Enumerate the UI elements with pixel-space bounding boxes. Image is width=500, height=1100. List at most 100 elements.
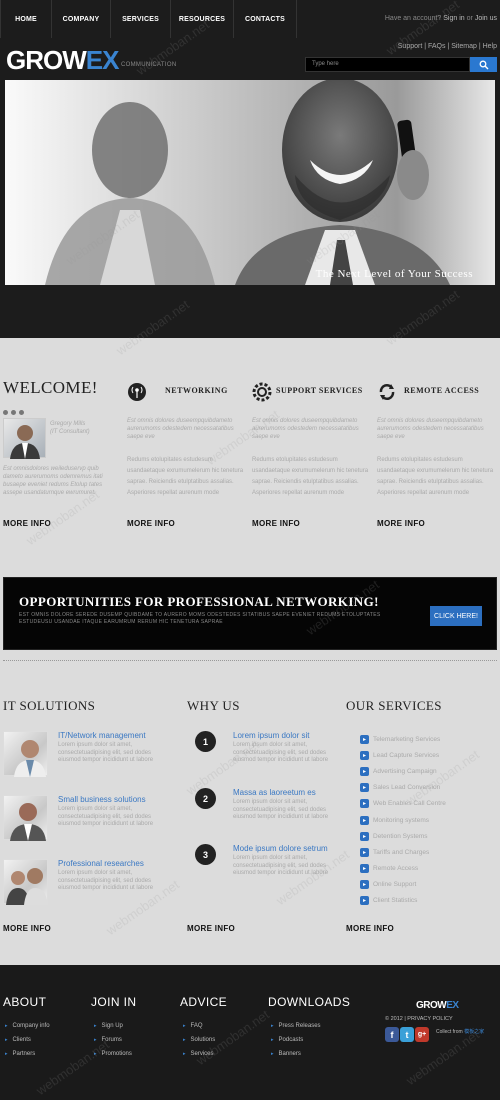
arrow-icon: ▸ [360, 864, 369, 874]
service-label: Lead Capture Services [373, 751, 440, 759]
search-button[interactable] [470, 57, 497, 72]
solution-title[interactable]: Small business solutions [58, 795, 146, 804]
footer-link[interactable]: Clients [5, 1033, 50, 1047]
feature-intro: Est omnis dolores duseempquibdameto aure… [252, 418, 359, 440]
welcome-more-link[interactable]: MORE INFO [3, 519, 51, 528]
solution-title[interactable]: IT/Network management [58, 731, 146, 740]
person-role: (IT Consultant) [50, 429, 90, 435]
why-title[interactable]: Mode ipsum dolore setrum [233, 844, 328, 853]
google-plus-icon[interactable]: g+ [415, 1027, 429, 1042]
footer-advice-links: FAQ Solutions Services [183, 1019, 216, 1061]
service-item[interactable]: ▸ Online Support [360, 877, 446, 893]
divider [3, 660, 497, 661]
footer-link[interactable]: Company info [5, 1019, 50, 1033]
solution-text: Lorem ipsum dolor sit amet, consectetuad… [58, 806, 154, 827]
utility-links[interactable]: Support | FAQs | Sitemap | Help [398, 43, 497, 50]
footer-link[interactable]: Press Releases [271, 1019, 321, 1033]
signin-link[interactable]: Sign in [443, 15, 464, 22]
why-us-title: WHY US [187, 698, 240, 713]
logo[interactable]: GROWEX [6, 45, 119, 76]
nav-resources[interactable]: RESOURCES [171, 0, 234, 38]
arrow-icon: ▸ [360, 880, 369, 890]
footer-link[interactable]: Solutions [183, 1033, 216, 1047]
welcome-block: WELCOME! Gregory Mills (IT Consultant) E… [3, 378, 121, 538]
arrow-icon: ▸ [360, 831, 369, 841]
footer-about-title: ABOUT [3, 995, 47, 1009]
service-item[interactable]: ▸ Detention Systems [360, 828, 446, 844]
arrow-icon: ▸ [360, 847, 369, 857]
service-item[interactable]: ▸ Web Enables Call Centre [360, 796, 446, 812]
feature-title: SUPPORT SERVICES [276, 386, 363, 395]
feature-remote: REMOTE ACCESS Est omnis dolores duseempq… [377, 382, 497, 538]
search-input[interactable]: Type here [305, 57, 470, 72]
collect-text: Collect from 模板之家 [436, 1028, 484, 1035]
solution-item: Professional researches Lorem ipsum dolo… [3, 859, 183, 905]
arrow-icon: ▸ [360, 896, 369, 906]
service-item[interactable]: ▸ Monitoring systems [360, 812, 446, 828]
account-text: Have an account? [384, 15, 442, 22]
footer-link[interactable]: Sign Up [94, 1019, 132, 1033]
nav-home[interactable]: HOME [1, 0, 52, 38]
twitter-icon[interactable]: t [400, 1027, 414, 1042]
service-item[interactable]: ▸ Remote Access [360, 861, 446, 877]
services-list: ▸ Telemarketing Services ▸ Lead Capture Se… [360, 731, 446, 909]
arrow-icon: ▸ [360, 750, 369, 760]
feature-title: NETWORKING [165, 386, 228, 395]
services-more-link[interactable]: MORE INFO [346, 924, 394, 933]
person-photo [10, 803, 46, 841]
collect-site-link[interactable]: 模板之家 [464, 1029, 484, 1035]
nav-company[interactable]: COMPANY [52, 0, 111, 38]
welcome-quote: Est omnisdolores weileduservp quib damet… [3, 466, 103, 496]
copyright[interactable]: © 2012 | PRIVACY POLICY [385, 1016, 453, 1022]
account-bar: Have an account? Sign in or Join us [385, 15, 497, 22]
our-services-title: OUR SERVICES [346, 698, 442, 713]
solutions-more-link[interactable]: MORE INFO [3, 924, 51, 933]
feature-more-link[interactable]: MORE INFO [377, 519, 425, 528]
footer-link[interactable]: Promotions [94, 1047, 132, 1061]
feature-more-link[interactable]: MORE INFO [127, 519, 175, 528]
footer-link[interactable]: Podcasts [271, 1033, 321, 1047]
solution-title[interactable]: Professional researches [58, 859, 144, 868]
feature-intro: Est omnis dolores duseempquibdameto aure… [127, 418, 234, 440]
welcome-title: WELCOME! [3, 378, 98, 397]
why-more-link[interactable]: MORE INFO [187, 924, 235, 933]
person-photo [10, 425, 40, 459]
solution-photo [3, 859, 48, 905]
footer-link[interactable]: Banners [271, 1047, 321, 1061]
why-title[interactable]: Lorem ipsum dolor sit [233, 731, 309, 740]
service-item[interactable]: ▸ Sales Lead Conversion [360, 780, 446, 796]
footer-link[interactable]: FAQ [183, 1019, 215, 1033]
service-item[interactable]: ▸ Telemarketing Services [360, 731, 446, 747]
why-text: Lorem ipsum dolor sit amet, consectetuad… [233, 855, 329, 876]
arrow-icon: ▸ [360, 766, 369, 776]
why-title[interactable]: Massa as laoreetum es [233, 788, 316, 797]
footer-link[interactable]: Forums [94, 1033, 132, 1047]
service-label: Advertising Campaign [373, 767, 437, 775]
avatar [3, 418, 46, 459]
nav-services[interactable]: SERVICES [111, 0, 171, 38]
click-here-button[interactable]: CLICK HERE! [430, 606, 482, 626]
join-link[interactable]: Join us [475, 15, 497, 22]
why-item: 2 Massa as laoreetum es Lorem ipsum dolo… [193, 788, 348, 828]
banner-text: EST OMNIS DOLORE SEREDE DUSEMP QUIBDAME … [19, 612, 381, 625]
why-text: Lorem ipsum dolor sit amet, consectetuad… [233, 742, 329, 763]
footer-logo-b: EX [446, 1000, 459, 1011]
footer-link[interactable]: Partners [5, 1047, 50, 1061]
facebook-icon[interactable]: f [385, 1027, 399, 1042]
nav-contacts[interactable]: CONTACTS [234, 0, 297, 38]
service-item[interactable]: ▸ Advertising Campaign [360, 763, 446, 779]
number-badge: 3 [195, 844, 216, 865]
solution-item: Small business solutions Lorem ipsum dol… [3, 795, 183, 841]
feature-more-link[interactable]: MORE INFO [252, 519, 300, 528]
footer-link[interactable]: Services [183, 1047, 215, 1061]
person-name: Gregory Mills [50, 421, 86, 427]
solution-item: IT/Network management Lorem ipsum dolor … [3, 731, 183, 777]
search-icon [479, 60, 488, 69]
service-item[interactable]: ▸ Lead Capture Services [360, 747, 446, 763]
service-label: Telemarketing Services [373, 735, 441, 743]
footer-logo[interactable]: GROWEX [416, 1000, 459, 1011]
service-item[interactable]: ▸ Client Statistics [360, 893, 446, 909]
service-item[interactable]: ▸ Tariffs and Charges [360, 844, 446, 860]
hero-photo [45, 80, 450, 285]
service-label: Remote Access [373, 865, 419, 873]
